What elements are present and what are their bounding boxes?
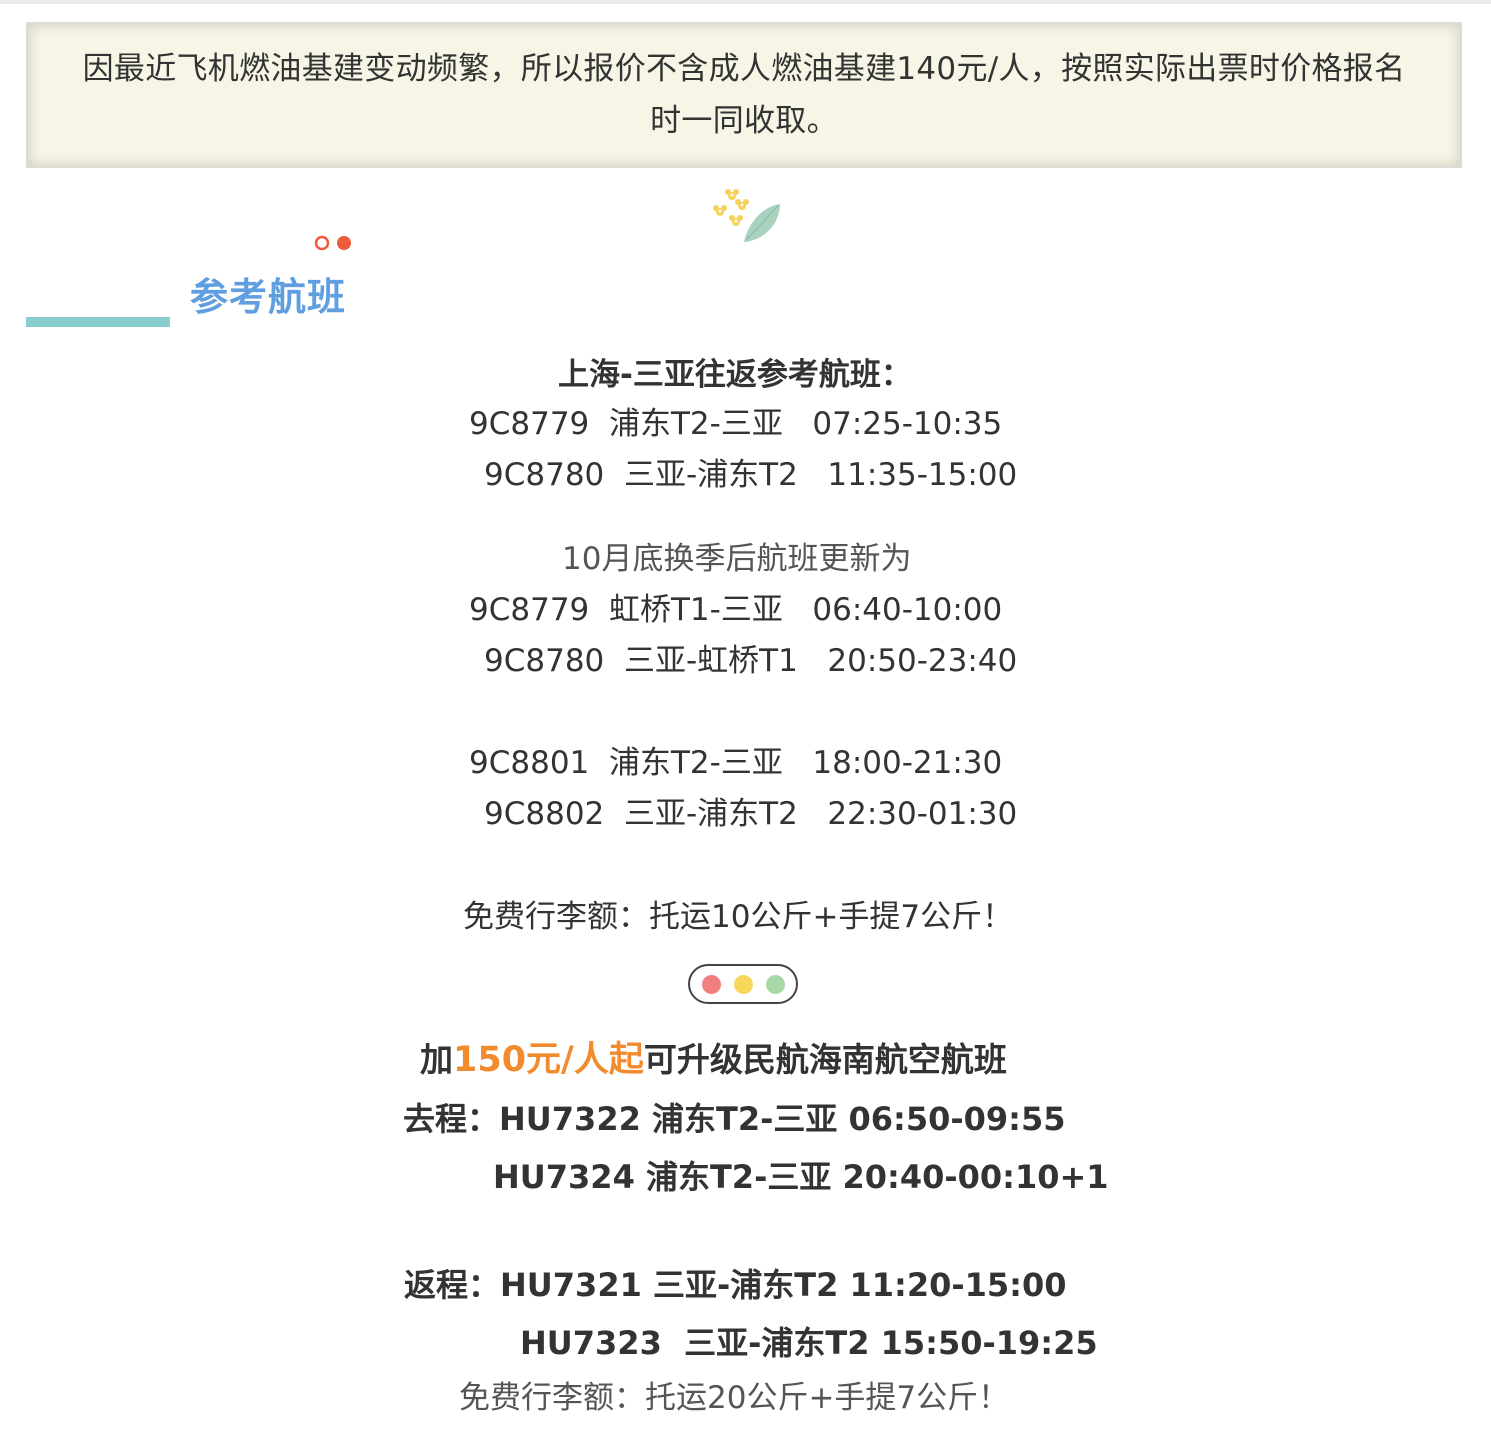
notice-box: 因最近飞机燃油基建变动频繁，所以报价不含成人燃油基建140元/人，按照实际出票时…: [26, 22, 1462, 168]
red-dot-icon: [701, 974, 721, 994]
flight-row: HU7323 三亚-浦东T2 15:50-19:25: [520, 1324, 1098, 1362]
flight-row: 9C8779 虹桥T1-三亚 06:40-10:00: [469, 592, 1003, 628]
upgrade-price: 150元/人起: [453, 1040, 644, 1080]
flight-row: 9C8779 浦东T2-三亚 07:25-10:35: [469, 406, 1003, 442]
return-label: 返程：: [404, 1266, 501, 1304]
notice-line-1: 因最近飞机燃油基建变动频繁，所以报价不含成人燃油基建140元/人，按照实际出票时…: [82, 51, 1406, 87]
green-dot-icon: [765, 974, 785, 994]
yellow-dot-icon: [733, 974, 753, 994]
flower-leaf-icon: [713, 189, 780, 242]
update-note: 10月底换季后航班更新为: [562, 541, 912, 577]
top-border: [0, 0, 1491, 4]
outbound-label: 去程：: [403, 1100, 500, 1138]
upgrade-suffix: 可升级民航海南航空航班: [643, 1040, 1007, 1079]
flight-row: HU7322 浦东T2-三亚 06:50-09:55: [499, 1100, 1066, 1138]
outbound-row: 去程：HU7322 浦东T2-三亚 06:50-09:55: [403, 1099, 1066, 1139]
section-title: 参考航班: [190, 275, 347, 319]
flight-row: 9C8802 三亚-浦东T2 22:30-01:30: [484, 796, 1018, 832]
notice-text: 因最近飞机燃油基建变动频繁，所以报价不含成人燃油基建140元/人，按照实际出票时…: [83, 43, 1406, 147]
schedule-heading: 上海-三亚往返参考航班：: [558, 357, 912, 393]
upgrade-heading: 加150元/人起可升级民航海南航空航班: [420, 1040, 1007, 1080]
flight-row: HU7324 浦东T2-三亚 20:40-00:10+1: [493, 1158, 1109, 1196]
notice-line-2: 时一同收取。: [650, 103, 838, 139]
baggage-note: 免费行李额：托运20公斤+手提7公斤！: [459, 1380, 1010, 1416]
flight-row: 9C8780 三亚-浦东T2 11:35-15:00: [484, 457, 1018, 493]
flight-row: HU7321 三亚-浦东T2 11:20-15:00: [500, 1266, 1067, 1304]
upgrade-prefix: 加: [420, 1040, 453, 1079]
return-row: 返程：HU7321 三亚-浦东T2 11:20-15:00: [404, 1265, 1067, 1305]
baggage-note: 免费行李额：托运10公斤+手提7公斤！: [463, 899, 1014, 935]
flight-row: 9C8780 三亚-虹桥T1 20:50-23:40: [484, 643, 1018, 679]
two-dots-icon: [314, 235, 351, 251]
flight-row: 9C8801 浦东T2-三亚 18:00-21:30: [469, 745, 1003, 781]
three-dots-divider-icon: [688, 964, 798, 1004]
section-underline: [26, 317, 170, 327]
